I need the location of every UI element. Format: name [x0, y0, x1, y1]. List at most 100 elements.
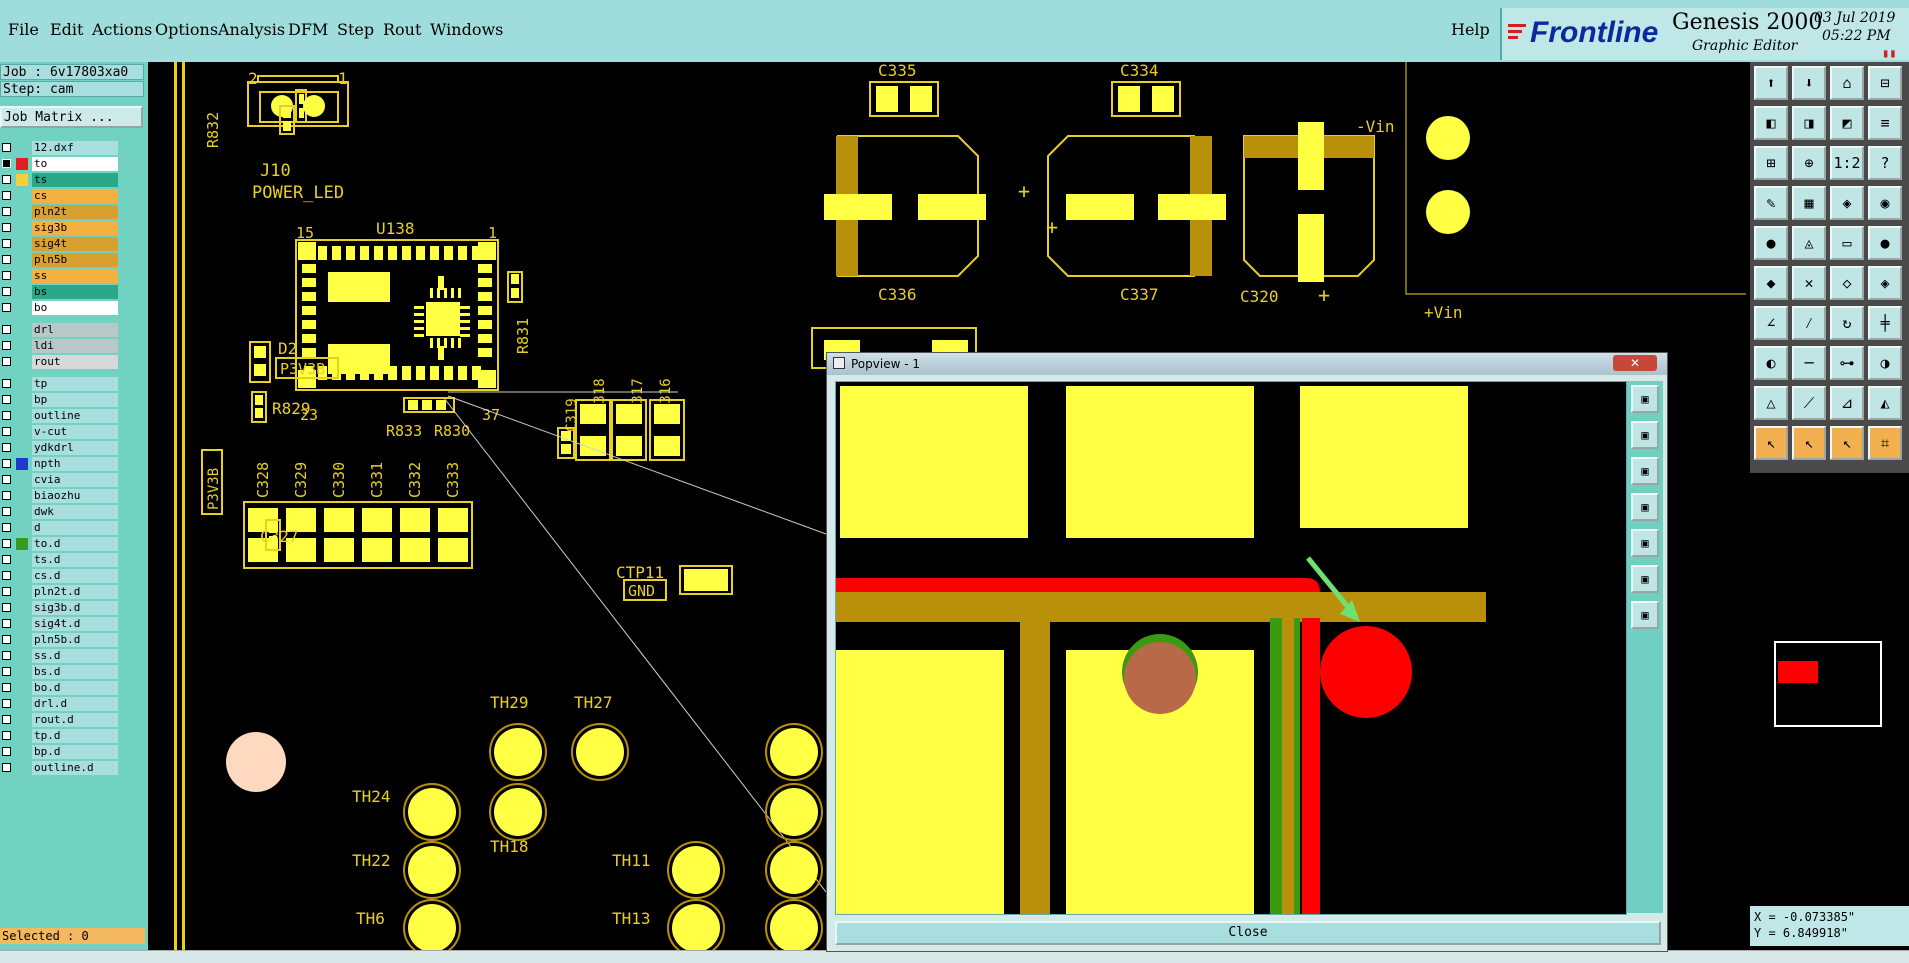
layer-row[interactable]: pln2t	[0, 204, 118, 220]
layer-checkbox[interactable]	[2, 715, 11, 724]
layer-checkbox[interactable]	[2, 571, 11, 580]
layer-row[interactable]: cs.d	[0, 568, 118, 584]
layer-name[interactable]: cs	[32, 189, 118, 203]
layer-name[interactable]: rout.d	[32, 713, 118, 727]
layer-name[interactable]: d	[32, 521, 118, 535]
layer-row[interactable]: ldi	[0, 338, 118, 354]
layer-name[interactable]: sig4t.d	[32, 617, 118, 631]
toolbar-move-button[interactable]: ◈	[1868, 266, 1902, 300]
layer-row[interactable]: 12.dxf	[0, 140, 118, 156]
layer-row[interactable]: bs	[0, 284, 118, 300]
layer-row[interactable]: sig3b.d	[0, 600, 118, 616]
layer-row[interactable]: pln2t.d	[0, 584, 118, 600]
layer-checkbox[interactable]	[2, 303, 11, 312]
popview-tool-button[interactable]: ▣	[1631, 385, 1659, 413]
layer-checkbox[interactable]	[2, 731, 11, 740]
job-matrix-button[interactable]: Job Matrix ...	[0, 106, 143, 128]
layer-row[interactable]: outline.d	[0, 760, 118, 776]
layer-checkbox[interactable]	[2, 379, 11, 388]
layer-name[interactable]: pln2t.d	[32, 585, 118, 599]
toolbar-help-button[interactable]: ?	[1868, 146, 1902, 180]
layer-name[interactable]: drl	[32, 323, 118, 337]
layer-checkbox[interactable]	[2, 555, 11, 564]
close-button[interactable]: Close	[835, 921, 1661, 945]
layer-checkbox[interactable]	[2, 619, 11, 628]
menu-file[interactable]: File	[8, 20, 39, 39]
toolbar-pointer-button[interactable]: ↖	[1754, 426, 1788, 460]
toolbar-draw-button[interactable]: ◬	[1792, 226, 1826, 260]
layer-checkbox[interactable]	[2, 523, 11, 532]
layer-name[interactable]: ss	[32, 269, 118, 283]
layer-name[interactable]: sig4t	[32, 237, 118, 251]
toolbar-fit-button[interactable]: ⊞	[1754, 146, 1788, 180]
layer-checkbox[interactable]	[2, 747, 11, 756]
menu-actions[interactable]: Actions	[92, 20, 152, 39]
toolbar-right-pane-button[interactable]: ◨	[1792, 106, 1826, 140]
layer-checkbox[interactable]	[2, 175, 11, 184]
layer-checkbox[interactable]	[2, 443, 11, 452]
layer-checkbox[interactable]	[2, 207, 11, 216]
toolbar-edit-button[interactable]: ✎	[1754, 186, 1788, 220]
layer-row[interactable]: ts.d	[0, 552, 118, 568]
menu-dfm[interactable]: DFM	[288, 20, 328, 39]
layer-name[interactable]: 12.dxf	[32, 141, 118, 155]
layer-checkbox[interactable]	[2, 287, 11, 296]
toolbar-left-pane-button[interactable]: ◧	[1754, 106, 1788, 140]
layer-row[interactable]: cs	[0, 188, 118, 204]
toolbar-split-button[interactable]: ⊟	[1868, 66, 1902, 100]
layer-name[interactable]: rout	[32, 355, 118, 369]
layer-name[interactable]: dwk	[32, 505, 118, 519]
layer-checkbox[interactable]	[2, 271, 11, 280]
toolbar-half-button[interactable]: ◑	[1868, 346, 1902, 380]
layer-name[interactable]: outline.d	[32, 761, 118, 775]
layer-name[interactable]: sig3b.d	[32, 601, 118, 615]
layer-row[interactable]: rout	[0, 354, 118, 370]
layer-checkbox[interactable]	[2, 411, 11, 420]
layer-name[interactable]: ydkdrl	[32, 441, 118, 455]
popview-tool-button[interactable]: ▣	[1631, 421, 1659, 449]
toolbar-zoom-in-button[interactable]: ⊕	[1792, 146, 1826, 180]
toolbar-diamond-button[interactable]: ◇	[1830, 266, 1864, 300]
layer-name[interactable]: cvia	[32, 473, 118, 487]
layer-name[interactable]: pln5b	[32, 253, 118, 267]
layer-row[interactable]: ts	[0, 172, 118, 188]
toolbar-pointer-button[interactable]: ↖	[1830, 426, 1864, 460]
toolbar-distance-button[interactable]: ⊶	[1830, 346, 1864, 380]
layer-row[interactable]: ydkdrl	[0, 440, 118, 456]
menu-analysis[interactable]: Analysis	[218, 20, 285, 39]
popview-tool-button[interactable]: ▣	[1631, 529, 1659, 557]
layer-row[interactable]: pln5b.d	[0, 632, 118, 648]
layer-checkbox[interactable]	[2, 357, 11, 366]
layer-row[interactable]: cvia	[0, 472, 118, 488]
layer-row[interactable]: npth	[0, 456, 118, 472]
layer-checkbox[interactable]	[2, 341, 11, 350]
layer-row[interactable]: d	[0, 520, 118, 536]
toolbar-select-button[interactable]: ⌗	[1868, 426, 1902, 460]
popview-canvas[interactable]	[835, 381, 1627, 915]
layer-row[interactable]: sig3b	[0, 220, 118, 236]
popview-tool-button[interactable]: ▣	[1631, 457, 1659, 485]
layer-name[interactable]: sig3b	[32, 221, 118, 235]
layer-name[interactable]: bs.d	[32, 665, 118, 679]
toolbar-measure-button[interactable]: ◈	[1830, 186, 1864, 220]
layer-checkbox[interactable]	[2, 239, 11, 248]
toolbar-angle-button[interactable]: ∠	[1754, 306, 1788, 340]
toolbar-snap-button[interactable]: ◉	[1868, 186, 1902, 220]
toolbar-poly-button[interactable]: ◭	[1868, 386, 1902, 420]
toolbar-load-button[interactable]: ⬇	[1792, 66, 1826, 100]
layer-name[interactable]: ldi	[32, 339, 118, 353]
layer-row[interactable]: dwk	[0, 504, 118, 520]
menu-windows[interactable]: Windows	[430, 20, 503, 39]
layer-name[interactable]: to	[32, 157, 118, 171]
layer-row[interactable]: bo	[0, 300, 118, 316]
layer-row[interactable]: outline	[0, 408, 118, 424]
menu-step[interactable]: Step	[337, 20, 374, 39]
close-icon[interactable]: ✕	[1613, 355, 1657, 371]
layer-checkbox[interactable]	[2, 667, 11, 676]
toolbar-line-button[interactable]: ⁄	[1792, 306, 1826, 340]
layer-row[interactable]: ss	[0, 268, 118, 284]
layer-checkbox[interactable]	[2, 255, 11, 264]
layer-checkbox[interactable]	[2, 683, 11, 692]
layer-row[interactable]: to.d	[0, 536, 118, 552]
layer-row[interactable]: tp	[0, 376, 118, 392]
